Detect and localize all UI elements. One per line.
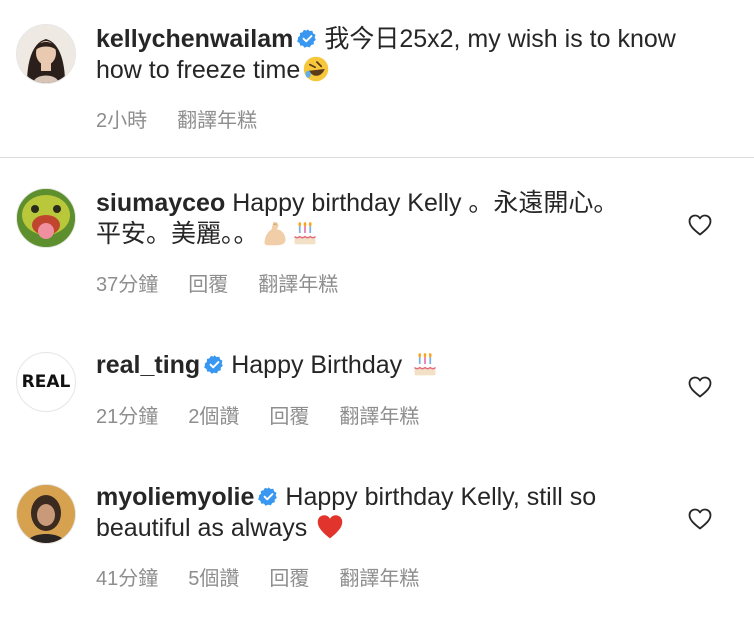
birthday-cake-emoji	[293, 222, 316, 245]
caption-text-block: kellychenwailam 我今日25x2, my wish is to kn…	[96, 24, 676, 86]
comment-text-block: siumayceo Happy birthday Kelly 。永遠開心。平安。…	[96, 188, 636, 250]
username[interactable]: siumayceo	[96, 189, 225, 217]
username[interactable]: kellychenwailam	[96, 25, 293, 53]
birthday-cake-emoji	[414, 353, 437, 376]
verified-badge-icon	[258, 487, 278, 506]
avatar[interactable]	[16, 188, 76, 248]
comment-text-block: real_ting Happy Birthday	[96, 350, 676, 381]
comment-item: myoliemyolie Happy birthday Kelly, still …	[0, 452, 754, 640]
rolling-laughing-emoji	[304, 56, 329, 82]
timestamp: 2小時	[96, 110, 148, 132]
translate-button[interactable]: 翻譯年糕	[339, 400, 419, 429]
timestamp: 41分鐘	[96, 568, 159, 590]
caption-meta: 2小時 翻譯年糕	[96, 104, 287, 133]
flexed-biceps-emoji	[264, 221, 286, 246]
avatar[interactable]: REAL	[16, 352, 76, 412]
timestamp: 37分鐘	[96, 274, 159, 296]
likes-count-button[interactable]: 2個讚	[188, 400, 239, 429]
translate-button[interactable]: 翻譯年糕	[258, 268, 338, 297]
reply-button[interactable]: 回覆	[188, 268, 228, 297]
username[interactable]: real_ting	[96, 351, 200, 379]
comment-item: siumayceo Happy birthday Kelly 。永遠開心。平安。…	[0, 158, 754, 318]
avatar[interactable]	[16, 484, 76, 544]
comment-meta: 37分鐘 回覆 翻譯年糕	[96, 268, 368, 297]
verified-badge-icon	[204, 355, 224, 374]
timestamp: 21分鐘	[96, 406, 159, 428]
translate-button[interactable]: 翻譯年糕	[177, 104, 257, 133]
heart-icon[interactable]	[688, 376, 712, 398]
red-heart-emoji	[317, 515, 343, 539]
reply-button[interactable]: 回覆	[269, 562, 309, 591]
avatar[interactable]	[16, 24, 76, 84]
comment-item: REAL real_ting Happy Birthday 21分鐘 2個讚 回覆 翻譯…	[0, 320, 754, 450]
username[interactable]: myoliemyolie	[96, 483, 254, 511]
likes-count-button[interactable]: 5個讚	[188, 562, 239, 591]
heart-icon[interactable]	[688, 508, 712, 530]
verified-badge-icon	[297, 29, 317, 48]
translate-button[interactable]: 翻譯年糕	[339, 562, 419, 591]
comment-text: Happy Birthday	[231, 351, 403, 379]
comment-meta: 41分鐘 5個讚 回覆 翻譯年糕	[96, 562, 449, 591]
reply-button[interactable]: 回覆	[269, 400, 309, 429]
caption: kellychenwailam 我今日25x2, my wish is to kn…	[0, 0, 754, 157]
comment-text-block: myoliemyolie Happy birthday Kelly, still …	[96, 482, 636, 544]
heart-icon[interactable]	[688, 214, 712, 236]
comment-meta: 21分鐘 2個讚 回覆 翻譯年糕	[96, 400, 449, 429]
avatar-logo-text: REAL	[21, 372, 71, 392]
